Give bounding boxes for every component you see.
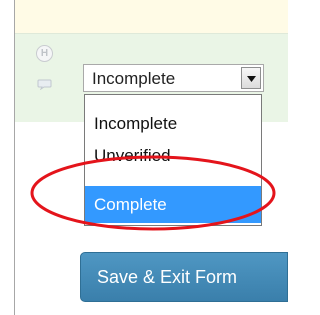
top-band: [15, 0, 288, 33]
status-select-value: Incomplete: [92, 69, 176, 88]
option-incomplete[interactable]: Incomplete: [85, 108, 261, 139]
chevron-down-icon: [247, 76, 256, 82]
save-exit-form-button[interactable]: Save & Exit Form: [80, 252, 288, 302]
option-complete[interactable]: Complete: [85, 186, 261, 223]
status-options-list: Incomplete Unverified Complete: [84, 94, 262, 226]
history-icon[interactable]: H: [36, 45, 53, 62]
option-unverified[interactable]: Unverified: [85, 140, 261, 171]
comment-icon[interactable]: [37, 79, 52, 90]
dropdown-arrow-button[interactable]: [241, 67, 261, 89]
status-select[interactable]: Incomplete: [83, 64, 264, 92]
screenshot-stage: H Incomplete Incomplete Unverified Compl…: [0, 0, 288, 315]
